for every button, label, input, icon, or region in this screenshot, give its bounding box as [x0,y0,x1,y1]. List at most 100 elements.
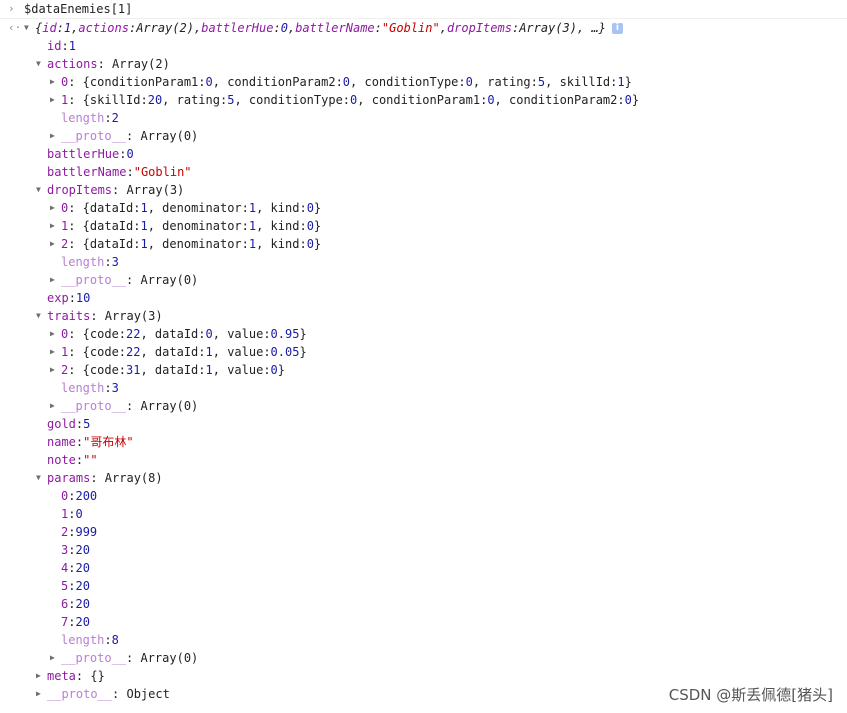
number-value: 0 [280,21,288,35]
number-value: 1 [248,237,257,251]
tree-row[interactable]: ▶ __proto__: Array(0) [0,127,847,145]
punct-text: : [75,417,84,431]
length-key: length [61,111,105,125]
expanded-triangle-icon[interactable]: ▼ [36,55,47,73]
tree-row[interactable]: ▶ meta: {} [0,667,847,685]
tree-row[interactable]: ▼ traits: Array(3) [0,307,847,325]
tree-row[interactable]: ▶ __proto__: Array(0) [0,271,847,289]
tree-row[interactable]: ▶ __proto__: Array(0) [0,649,847,667]
output-prompt-icon: ‹· [8,21,22,34]
number-value: 3 [111,255,119,269]
number-value: 20 [147,93,163,107]
number-value: 5 [227,93,235,107]
punct-text: { [35,21,43,35]
tree-row[interactable]: ▼ dropItems: Array(3) [0,181,847,199]
expanded-triangle-icon[interactable]: ▼ [36,181,47,199]
property-key: actions [78,21,129,35]
punct-text: : {code: [68,363,127,377]
collapsed-triangle-icon[interactable]: ▶ [50,199,61,217]
property-key: gold [47,417,76,431]
punct-text: , [287,21,296,35]
string-value: "Goblin" [133,165,192,179]
collapsed-triangle-icon[interactable]: ▶ [50,73,61,91]
tree-row: name: "哥布林" [0,433,847,451]
tree-row[interactable]: ▶ 0: {dataId: 1, denominator: 1, kind: 0} [0,199,847,217]
punct-text: : [104,111,112,125]
collapsed-triangle-icon[interactable]: ▶ [50,235,61,253]
expanded-triangle-icon[interactable]: ▼ [24,19,35,37]
tree-row[interactable]: ▼ actions: Array(2) [0,55,847,73]
punct-text: , kind: [256,201,307,215]
punct-text: : {dataId: [68,219,141,233]
property-key: 7 [61,615,69,629]
collapsed-triangle-icon[interactable]: ▶ [50,271,61,289]
number-value: 0 [306,237,314,251]
punct-text: : [68,579,76,593]
property-key: 1 [61,93,69,107]
punct-text: : Array(0) [126,651,199,665]
tree-row[interactable]: ▼ params: Array(8) [0,469,847,487]
collapsed-triangle-icon[interactable]: ▶ [50,397,61,415]
tree-row[interactable]: ▶ 0: {conditionParam1: 0, conditionParam2… [0,73,847,91]
punct-text: , dataId: [140,363,206,377]
collapsed-triangle-icon[interactable]: ▶ [50,127,61,145]
property-key: 6 [61,597,69,611]
devtools-console: › $dataEnemies[1] ‹· ▼{id: 1, actions: Ar… [0,0,847,703]
length-key: length [61,255,105,269]
property-key: id [42,21,57,35]
tree-row[interactable]: ▶ 0: {code: 22, dataId: 0, value: 0.95} [0,325,847,343]
tree-row[interactable]: ▶ 1: {dataId: 1, denominator: 1, kind: 0} [0,217,847,235]
punct-text: , conditionParam2: [494,93,625,107]
collapsed-triangle-icon[interactable]: ▶ [50,217,61,235]
collapsed-triangle-icon[interactable]: ▶ [36,685,47,703]
punct-text: , conditionType: [234,93,351,107]
number-value: 1 [140,219,148,233]
number-value: 0 [624,93,632,107]
number-value: 10 [75,291,91,305]
punct-text: : Array(3) [112,183,185,197]
collapsed-triangle-icon[interactable]: ▶ [50,361,61,379]
tree-row: length: 8 [0,631,847,649]
tree-row[interactable]: ▶ 1: {code: 22, dataId: 1, value: 0.05} [0,343,847,361]
collapsed-triangle-icon[interactable]: ▶ [50,91,61,109]
collapsed-triangle-icon[interactable]: ▶ [36,667,47,685]
tree-row[interactable]: ▶ __proto__: Array(0) [0,397,847,415]
object-summary-row[interactable]: ‹· ▼{id: 1, actions: Array(2), battlerHue… [0,19,847,37]
number-value: 20 [75,579,90,593]
tree-row: length: 3 [0,379,847,397]
expanded-triangle-icon[interactable]: ▼ [36,469,47,487]
number-value: 1 [68,39,76,53]
tree-row: id: 1 [0,37,847,55]
tree-row: length: 3 [0,253,847,271]
collapsed-triangle-icon[interactable]: ▶ [50,649,61,667]
number-value: 0 [75,507,83,521]
punct-text: , skillId: [545,75,618,89]
tree-row[interactable]: ▶ 2: {code: 31, dataId: 1, value: 0} [0,361,847,379]
property-key: dropItems [446,21,512,35]
punct-text: : {skillId: [68,93,148,107]
punct-text: , dataId: [140,327,206,341]
property-key: 0 [61,201,69,215]
proto-key: __proto__ [61,129,127,143]
punct-text: : [374,21,382,35]
punct-text: : {conditionParam1: [68,75,206,89]
punct-text: : [75,435,84,449]
punct-text: : [104,255,112,269]
number-value: 22 [126,327,141,341]
punct-text: : Array(3) [90,309,163,323]
info-icon[interactable]: i [611,22,623,34]
punct-text: : {} [75,669,105,683]
collapsed-triangle-icon[interactable]: ▶ [50,325,61,343]
collapsed-triangle-icon[interactable]: ▶ [50,343,61,361]
number-value: 0 [342,75,351,89]
punct-text: , kind: [256,219,307,233]
punct-text: : [56,21,64,35]
tree-row[interactable]: ▶ 1: {skillId: 20, rating: 5, conditionTy… [0,91,847,109]
number-value: 1 [617,75,625,89]
tree-row: exp: 10 [0,289,847,307]
number-value: 1 [205,363,213,377]
tree-row: 4: 20 [0,559,847,577]
console-input-line[interactable]: › $dataEnemies[1] [0,0,847,19]
tree-row[interactable]: ▶ 2: {dataId: 1, denominator: 1, kind: 0} [0,235,847,253]
expanded-triangle-icon[interactable]: ▼ [36,307,47,325]
